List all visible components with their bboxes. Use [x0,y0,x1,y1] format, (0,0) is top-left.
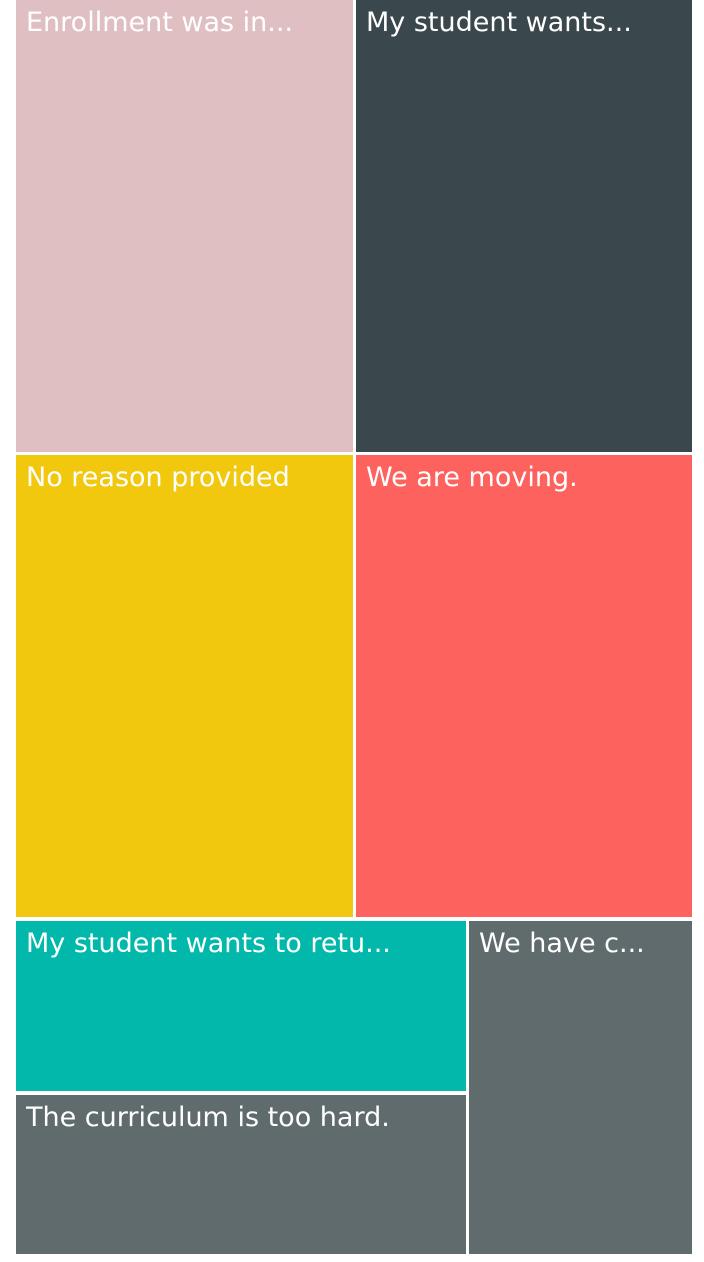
treemap-tile[interactable]: My student wants to retu... [16,921,466,1091]
treemap-tile[interactable]: My student wants... [356,0,692,452]
treemap-tile[interactable]: We are moving. [356,455,692,917]
tile-label: My student wants to retu... [26,928,391,959]
tile-label: We have c... [479,928,645,959]
treemap-tile[interactable]: No reason provided [16,455,353,917]
treemap-tile[interactable]: We have c... [469,921,692,1254]
tile-label: My student wants... [366,7,632,38]
tile-label: The curriculum is too hard. [26,1102,390,1133]
tile-label: We are moving. [366,462,578,493]
tile-label: Enrollment was in... [26,7,294,38]
treemap-tile[interactable]: The curriculum is too hard. [16,1095,466,1254]
treemap-chart: Enrollment was in... My student wants...… [0,0,704,1262]
tile-label: No reason provided [26,462,290,493]
treemap-tile[interactable]: Enrollment was in... [16,0,353,452]
